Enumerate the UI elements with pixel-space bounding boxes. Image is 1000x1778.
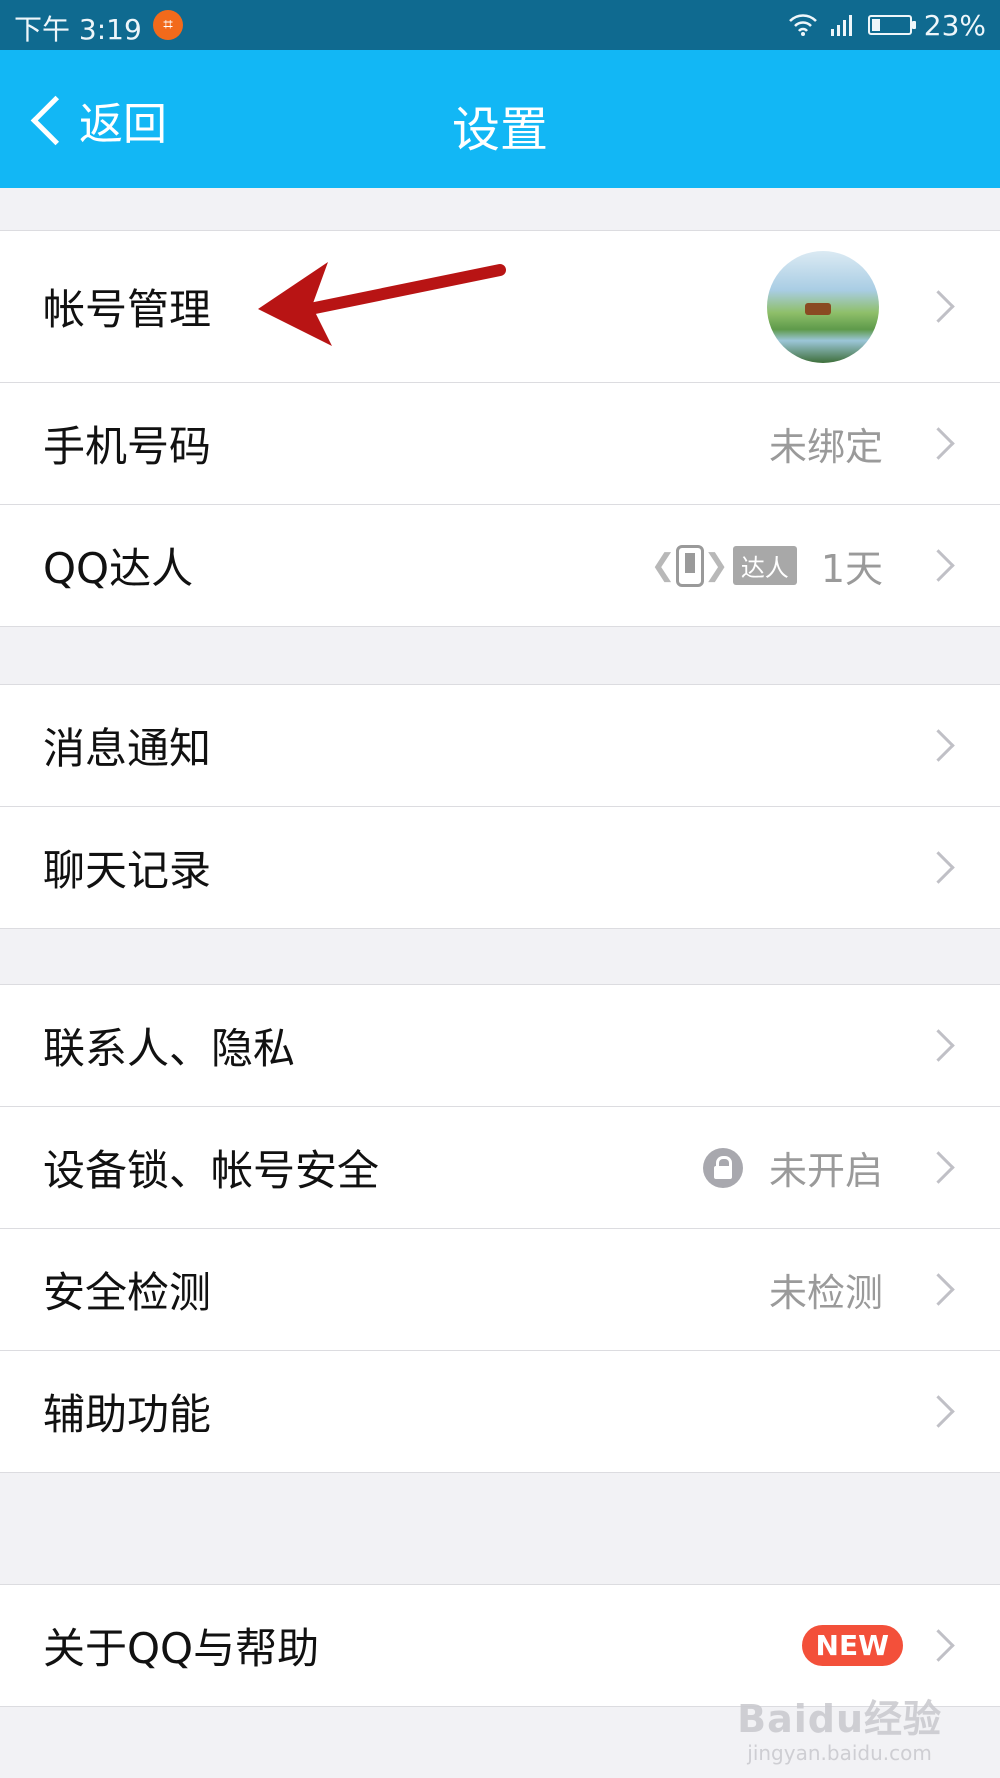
row-value: 1天 (820, 547, 883, 591)
battery-icon (867, 15, 916, 35)
row-value: 未检测 (768, 1271, 883, 1315)
watermark-logo: Baidu经验 (737, 1697, 942, 1741)
status-indicators: 23% (788, 7, 986, 43)
row-label: 帐号管理 (43, 285, 212, 334)
row-security-check[interactable]: 安全检测 未检测 (0, 1229, 1000, 1351)
daren-tag: 达人 (732, 546, 797, 585)
row-accessibility[interactable]: 辅助功能 (0, 1351, 1000, 1472)
row-chat-history[interactable]: 聊天记录 (0, 807, 1000, 928)
row-label: 辅助功能 (43, 1390, 212, 1439)
screenshot-app-icon: ⌗ (153, 10, 183, 40)
row-label: 安全检测 (43, 1268, 212, 1317)
row-contacts-privacy[interactable]: 联系人、隐私 (0, 985, 1000, 1107)
daren-badge: ❮ ❯ 达人 (650, 544, 797, 587)
chevron-right-icon (922, 1273, 955, 1306)
chevron-right-icon (922, 1629, 955, 1662)
wing-icon: ❮ (650, 548, 676, 583)
chevron-right-icon (922, 427, 955, 460)
row-label: 关于QQ与帮助 (43, 1624, 320, 1673)
baidu-watermark: Baidu经验 jingyan.baidu.com (737, 1688, 942, 1765)
row-value: 未绑定 (768, 425, 883, 469)
wing-icon: ❯ (703, 548, 729, 583)
row-label: QQ达人 (43, 544, 194, 593)
row-qq-daren[interactable]: QQ达人 ❮ ❯ 达人 1天 (0, 505, 1000, 626)
row-label: 联系人、隐私 (43, 1024, 296, 1073)
row-label: 手机号码 (43, 422, 212, 471)
battery-level (871, 19, 880, 31)
avatar (767, 250, 879, 363)
chevron-right-icon (922, 549, 955, 582)
settings-group-messages: 消息通知 聊天记录 (0, 684, 1000, 929)
chevron-right-icon (922, 1029, 955, 1062)
chevron-right-icon (922, 1395, 955, 1428)
row-label: 设备锁、帐号安全 (43, 1146, 380, 1195)
phone-icon (675, 544, 704, 587)
new-badge: NEW (801, 1625, 903, 1666)
row-label: 聊天记录 (43, 846, 212, 895)
lock-icon (702, 1147, 743, 1188)
status-bar: 下午 3:19 ⌗ 23% (0, 0, 1000, 50)
annotation-arrow-icon (258, 262, 506, 346)
row-device-lock[interactable]: 设备锁、帐号安全 未开启 (0, 1107, 1000, 1229)
row-message-notification[interactable]: 消息通知 (0, 685, 1000, 807)
chevron-right-icon (922, 1151, 955, 1184)
title-bar: 返回 设置 (0, 50, 1000, 188)
row-label: 消息通知 (43, 724, 212, 773)
row-value: 未开启 (768, 1149, 883, 1193)
settings-group-security: 联系人、隐私 设备锁、帐号安全 未开启 安全检测 未检测 辅助功能 (0, 984, 1000, 1473)
watermark-url: jingyan.baidu.com (747, 1741, 932, 1765)
chevron-right-icon (922, 851, 955, 884)
chevron-right-icon (922, 729, 955, 762)
battery-percent: 23% (923, 8, 986, 42)
signal-icon (830, 15, 852, 36)
wifi-icon (788, 14, 817, 36)
chevron-right-icon (922, 290, 955, 323)
row-phone-number[interactable]: 手机号码 未绑定 (0, 383, 1000, 505)
page-title: 设置 (451, 102, 548, 158)
status-time: 下午 3:19 (14, 13, 142, 46)
